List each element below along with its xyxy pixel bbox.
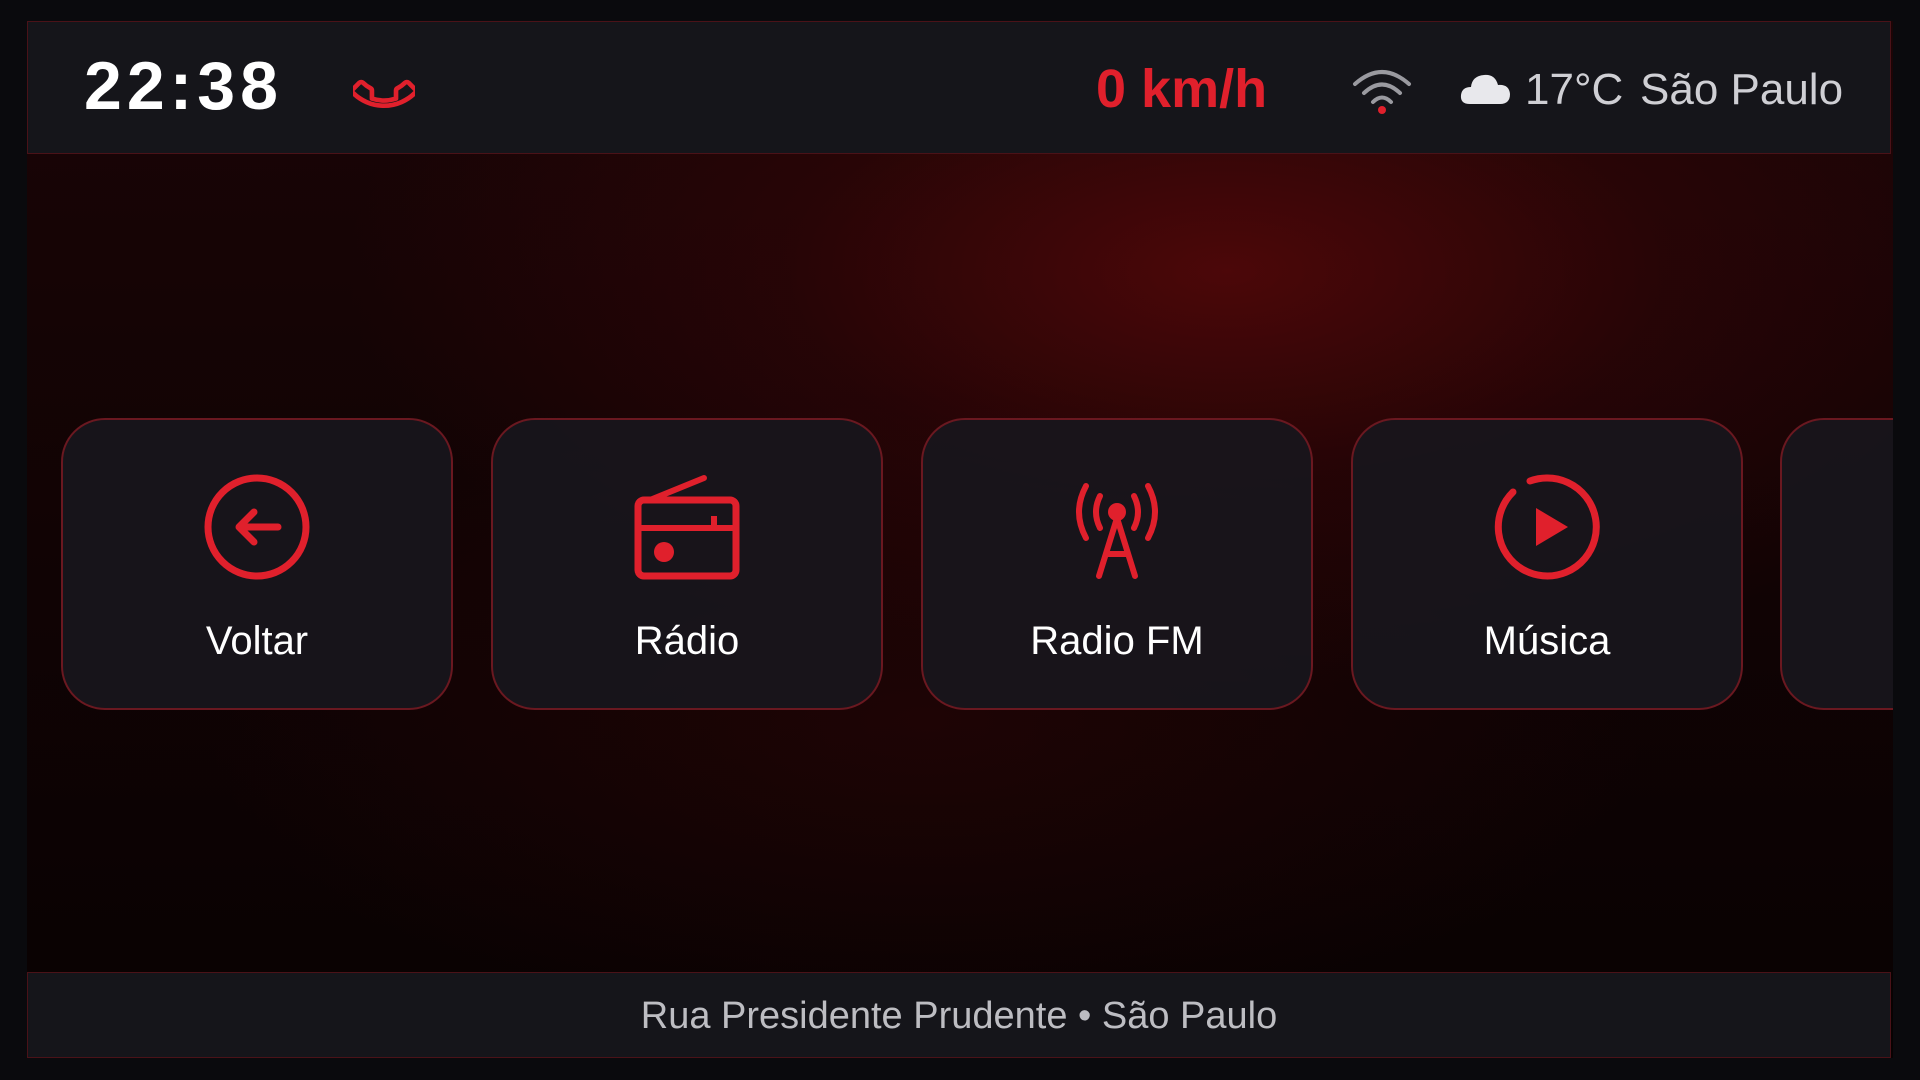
radio-icon — [634, 475, 740, 580]
tile-label: Voltar — [205, 619, 309, 663]
tile-radio[interactable]: Rádio — [491, 418, 883, 710]
tile-label: Rádio — [634, 619, 740, 663]
speed-readout: 0 km/h — [1096, 59, 1268, 119]
phone-icon[interactable] — [353, 60, 415, 122]
temperature: 17°C — [1525, 65, 1624, 114]
footer-bar: Rua Presidente Prudente • São Paulo — [27, 972, 1891, 1058]
tile-label: Radio FM — [1030, 619, 1204, 663]
play-icon — [1494, 474, 1600, 580]
infotainment-screen: 22:38 0 km/h 17°C São Paulo Voltar Rádio… — [27, 21, 1893, 1058]
antenna-icon — [1076, 483, 1158, 579]
tile-radio-fm[interactable]: Radio FM — [921, 418, 1313, 710]
back-arrow-icon — [204, 474, 310, 580]
tile-voltar[interactable]: Voltar — [61, 418, 453, 710]
weather-city: São Paulo — [1640, 65, 1844, 114]
head-unit-frame: 22:38 0 km/h 17°C São Paulo Voltar Rádio… — [0, 0, 1920, 1080]
current-location: Rua Presidente Prudente • São Paulo — [640, 995, 1278, 1037]
cloud-icon — [1460, 74, 1510, 104]
tile-next-partial[interactable] — [1780, 418, 1893, 710]
status-bar: 22:38 0 km/h 17°C São Paulo — [27, 21, 1891, 154]
tile-label: Música — [1483, 619, 1611, 663]
clock: 22:38 — [84, 48, 283, 124]
tile-musica[interactable]: Música — [1351, 418, 1743, 710]
wifi-icon[interactable] — [1351, 66, 1413, 116]
